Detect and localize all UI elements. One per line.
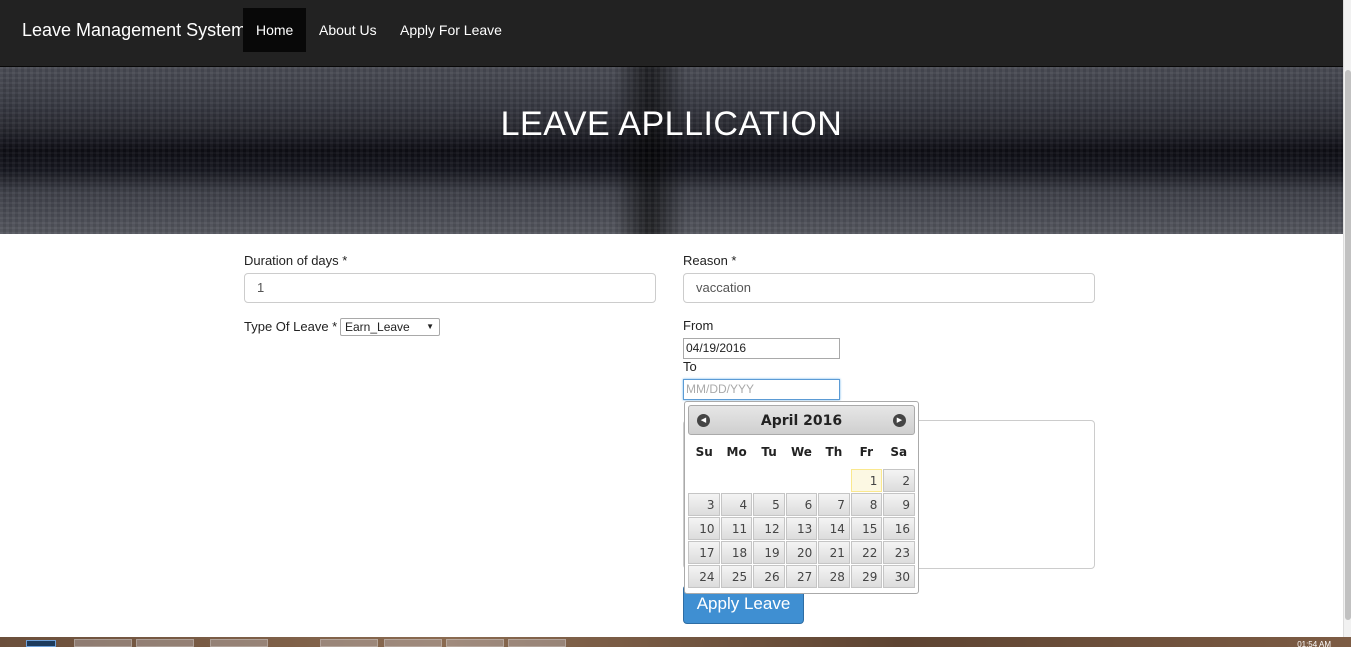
brand-link[interactable]: Leave Management System	[22, 20, 246, 41]
to-label: To	[683, 359, 697, 374]
calendar-day[interactable]: 9	[883, 493, 915, 516]
scrollbar-thumb[interactable]	[1345, 70, 1351, 620]
calendar-day[interactable]: 3	[688, 493, 720, 516]
empty-day-cell	[818, 469, 850, 492]
calendar-day[interactable]: 14	[818, 517, 850, 540]
empty-day-cell	[753, 469, 785, 492]
weekday-label: Mo	[726, 445, 747, 459]
datepicker-days: 1 2 3 4 5 6 7 8 9 10 11 12 13 14 15 16 17 18 19 20 21 22 23 24 2…	[688, 469, 915, 588]
os-taskbar	[0, 637, 1351, 647]
page-scrollbar[interactable]	[1343, 0, 1351, 637]
taskbar-app-icon[interactable]	[446, 639, 504, 647]
calendar-day[interactable]: 15	[850, 517, 883, 540]
calendar-day[interactable]: 13	[785, 517, 818, 540]
to-date-input[interactable]: MM/DD/YYY	[683, 379, 840, 400]
calendar-day[interactable]: 1	[850, 469, 883, 492]
duration-label: Duration of days *	[244, 253, 348, 268]
calendar-day[interactable]: 8	[850, 493, 883, 516]
calendar-day[interactable]: 6	[785, 493, 818, 516]
nav-about-us[interactable]: About Us	[306, 8, 390, 52]
datepicker-weekdays: Su Mo Tu We Th Fr Sa	[688, 445, 915, 463]
calendar-day[interactable]: 23	[883, 541, 915, 564]
type-of-leave-value: Earn_Leave	[345, 320, 410, 334]
weekday-label: Su	[695, 445, 713, 459]
next-month-icon[interactable]: ▶	[893, 414, 906, 427]
calendar-day[interactable]: 30	[883, 565, 915, 588]
taskbar-clock: 01:54 AM	[1297, 640, 1331, 649]
calendar-day[interactable]: 4	[720, 493, 753, 516]
taskbar-app-icon[interactable]	[136, 639, 194, 647]
hero-background-texture	[0, 67, 1343, 234]
datepicker-header: ◀ April 2016 ▶	[688, 405, 915, 435]
taskbar-app-icon[interactable]	[508, 639, 566, 647]
calendar-day[interactable]: 10	[688, 517, 720, 540]
calendar-day[interactable]: 2	[883, 469, 915, 492]
calendar-day[interactable]: 11	[720, 517, 753, 540]
calendar-day[interactable]: 17	[688, 541, 720, 564]
reason-label: Reason *	[683, 253, 737, 268]
empty-day-cell	[688, 469, 720, 492]
taskbar-app-icon[interactable]	[210, 639, 268, 647]
nav-apply-for-leave[interactable]: Apply For Leave	[387, 8, 515, 52]
calendar-day[interactable]: 24	[688, 565, 720, 588]
calendar-day[interactable]: 20	[785, 541, 818, 564]
duration-input[interactable]: 1	[244, 273, 656, 303]
datepicker: ◀ April 2016 ▶ Su Mo Tu We Th Fr Sa 1234567891…	[684, 401, 919, 594]
calendar-day[interactable]: 25	[720, 565, 753, 588]
reason-input[interactable]: vaccation	[683, 273, 1095, 303]
taskbar-app-icon[interactable]	[384, 639, 442, 647]
calendar-day[interactable]: 28	[818, 565, 850, 588]
calendar-day[interactable]: 7	[818, 493, 850, 516]
calendar-day[interactable]: 16	[883, 517, 915, 540]
calendar-day[interactable]: 22	[850, 541, 883, 564]
navbar: Leave Management System Home About Us Ap…	[0, 0, 1343, 67]
calendar-day[interactable]: 19	[753, 541, 785, 564]
weekday-label: Sa	[890, 445, 908, 459]
empty-day-cell	[786, 469, 818, 492]
hero-banner: LEAVE APLLICATION	[0, 67, 1343, 234]
dropdown-arrow-icon: ▼	[426, 322, 434, 331]
from-date-input[interactable]: 04/19/2016	[683, 338, 840, 359]
calendar-day[interactable]: 21	[818, 541, 850, 564]
type-of-leave-select[interactable]: Earn_Leave ▼	[340, 318, 440, 336]
datepicker-title: April 2016	[760, 413, 843, 429]
weekday-label: We	[791, 445, 812, 459]
calendar-day[interactable]: 18	[720, 541, 753, 564]
calendar-day[interactable]: 26	[753, 565, 785, 588]
start-button-icon[interactable]	[26, 640, 56, 647]
calendar-day[interactable]: 12	[753, 517, 785, 540]
weekday-label: Tu	[761, 445, 777, 459]
taskbar-app-icon[interactable]	[74, 639, 132, 647]
type-of-leave-label: Type Of Leave *	[244, 319, 338, 334]
empty-day-cell	[721, 469, 753, 492]
weekday-label: Th	[825, 445, 843, 459]
calendar-day[interactable]: 27	[785, 565, 818, 588]
calendar-day[interactable]: 29	[850, 565, 883, 588]
taskbar-app-icon[interactable]	[320, 639, 378, 647]
from-label: From	[683, 318, 714, 333]
weekday-label: Fr	[859, 445, 873, 459]
calendar-day[interactable]: 5	[753, 493, 785, 516]
nav-home[interactable]: Home	[243, 8, 307, 52]
page-title: LEAVE APLLICATION	[500, 105, 843, 143]
